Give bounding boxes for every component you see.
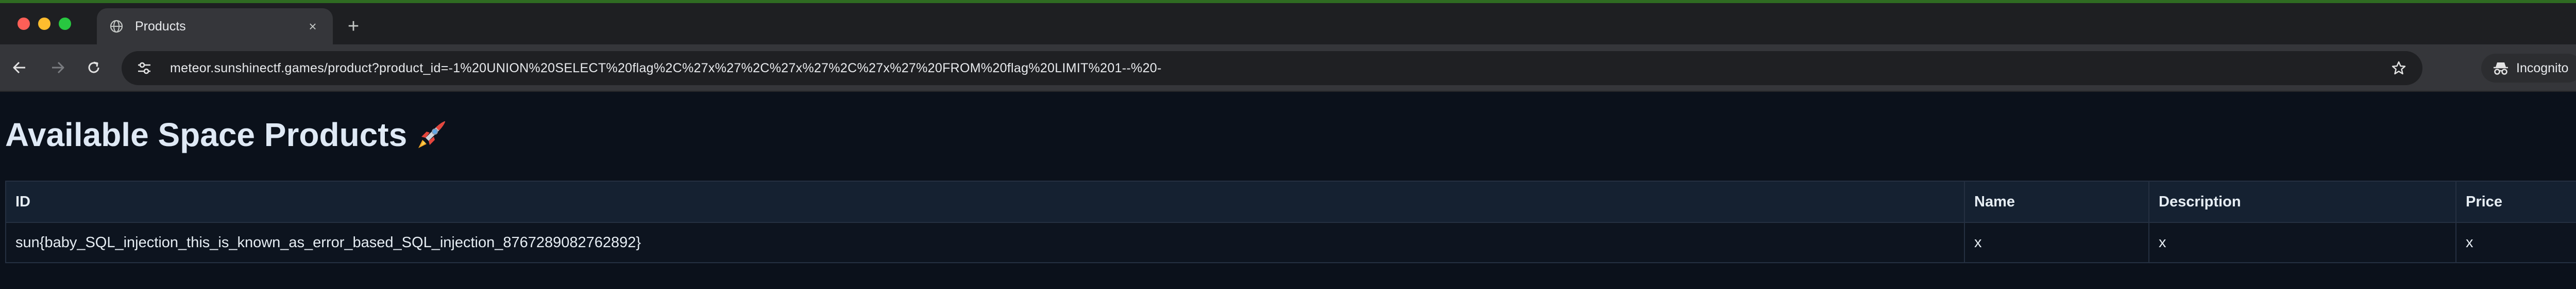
forward-button[interactable] [46,56,69,79]
tab-products[interactable]: Products × [97,8,333,44]
tab-strip: Products × + [0,3,2576,44]
cell-name: x [1964,222,2149,263]
cell-price: x [2455,222,2576,263]
new-tab-button[interactable]: + [343,16,364,37]
tab-close-icon[interactable]: × [305,19,320,34]
column-header-id: ID [5,181,1965,223]
page-content: Available Space Products ID Name Descrip… [0,93,2576,289]
tab-title: Products [135,19,186,34]
minimize-window-button[interactable] [38,18,50,30]
back-button[interactable] [8,56,31,79]
globe-icon [109,19,124,34]
arrow-right-icon [52,61,64,74]
url-text[interactable]: meteor.sunshinectf.games/product?product… [170,61,2388,76]
table-header-row: ID Name Description Price [5,181,2576,223]
cell-description: x [2148,222,2456,263]
close-window-button[interactable] [18,18,30,30]
address-bar[interactable]: meteor.sunshinectf.games/product?product… [122,51,2422,85]
incognito-profile-button[interactable]: Incognito [2481,54,2576,83]
reload-button[interactable] [82,56,105,79]
page-title: Available Space Products [5,116,449,154]
cell-id: sun{baby_SQL_injection_this_is_known_as_… [5,222,1965,263]
window-controls [18,18,71,30]
products-table: ID Name Description Price sun{baby_SQL_i… [5,181,2576,263]
column-header-name: Name [1964,181,2149,223]
site-info-icon[interactable] [133,57,156,79]
incognito-icon [2494,62,2508,75]
table-row: sun{baby_SQL_injection_this_is_known_as_… [5,222,2576,263]
page-title-text: Available Space Products [5,116,408,153]
reload-icon [88,61,99,73]
column-header-price: Price [2455,181,2576,223]
incognito-label: Incognito [2516,60,2569,75]
browser-toolbar: meteor.sunshinectf.games/product?product… [0,44,2576,92]
maximize-window-button[interactable] [59,18,71,30]
column-header-description: Description [2148,181,2456,223]
arrow-left-icon [13,61,25,74]
bookmark-star-icon[interactable] [2388,58,2409,78]
rocket-icon [414,117,449,152]
